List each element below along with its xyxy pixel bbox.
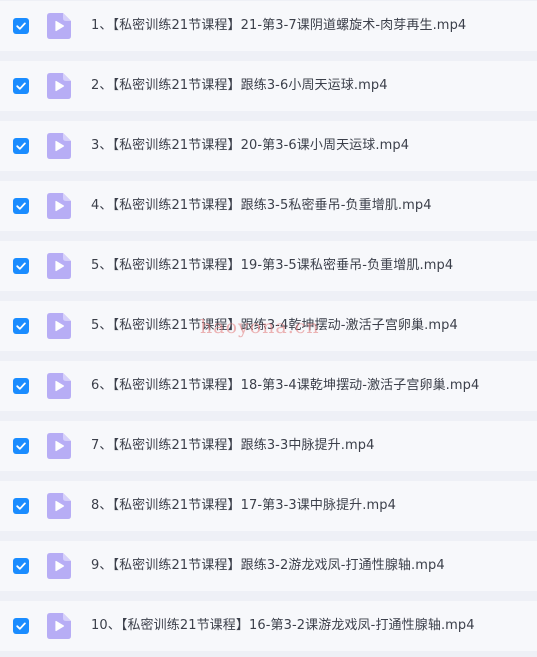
- file-row[interactable]: 4、【私密训练21节课程】跟练3-5私密垂吊-负重增肌.mp4: [0, 181, 537, 231]
- check-icon: [16, 262, 26, 270]
- file-checkbox[interactable]: [13, 498, 29, 514]
- file-checkbox[interactable]: [13, 558, 29, 574]
- file-list: 1、【私密训练21节课程】21-第3-7课阴道螺旋术-肉芽再生.mp4 2、【私密…: [0, 0, 537, 657]
- file-row[interactable]: 9、【私密训练21节课程】跟练3-2游龙戏凤-打通性腺轴.mp4: [0, 541, 537, 591]
- file-name[interactable]: 5、【私密训练21节课程】19-第3-5课私密垂吊-负重增肌.mp4: [91, 241, 453, 291]
- check-icon: [16, 382, 26, 390]
- video-file-icon: [47, 433, 71, 459]
- file-row[interactable]: 8、【私密训练21节课程】17-第3-3课中脉提升.mp4: [0, 481, 537, 531]
- file-row[interactable]: 3、【私密训练21节课程】20-第3-6课小周天运球.mp4: [0, 121, 537, 171]
- video-file-icon: [47, 613, 71, 639]
- file-name[interactable]: 9、【私密训练21节课程】跟练3-2游龙戏凤-打通性腺轴.mp4: [91, 541, 445, 591]
- file-checkbox[interactable]: [13, 138, 29, 154]
- video-file-icon: [47, 253, 71, 279]
- check-icon: [16, 322, 26, 330]
- check-icon: [16, 502, 26, 510]
- file-row[interactable]: 5、【私密训练21节课程】19-第3-5课私密垂吊-负重增肌.mp4: [0, 241, 537, 291]
- file-checkbox[interactable]: [13, 618, 29, 634]
- file-name[interactable]: 2、【私密训练21节课程】跟练3-6小周天运球.mp4: [91, 61, 388, 111]
- video-file-icon: [47, 313, 71, 339]
- video-file-icon: [47, 133, 71, 159]
- check-icon: [16, 82, 26, 90]
- file-name[interactable]: 5、【私密训练21节课程】跟练3-4乾坤摆动-激活子宫卵巢.mp4: [91, 301, 458, 351]
- file-checkbox[interactable]: [13, 78, 29, 94]
- file-name[interactable]: 7、【私密训练21节课程】跟练3-3中脉提升.mp4: [91, 421, 374, 471]
- file-row[interactable]: 1、【私密训练21节课程】21-第3-7课阴道螺旋术-肉芽再生.mp4: [0, 1, 537, 51]
- file-name[interactable]: 1、【私密训练21节课程】21-第3-7课阴道螺旋术-肉芽再生.mp4: [91, 1, 466, 51]
- video-file-icon: [47, 553, 71, 579]
- check-icon: [16, 142, 26, 150]
- file-checkbox[interactable]: [13, 198, 29, 214]
- file-row[interactable]: 5、【私密训练21节课程】跟练3-4乾坤摆动-激活子宫卵巢.mp4: [0, 301, 537, 351]
- file-row[interactable]: 7、【私密训练21节课程】跟练3-3中脉提升.mp4: [0, 421, 537, 471]
- file-checkbox[interactable]: [13, 438, 29, 454]
- check-icon: [16, 442, 26, 450]
- video-file-icon: [47, 13, 71, 39]
- check-icon: [16, 622, 26, 630]
- file-name[interactable]: 10、【私密训练21节课程】16-第3-2课游龙戏凤-打通性腺轴.mp4: [91, 601, 475, 651]
- video-file-icon: [47, 193, 71, 219]
- file-row[interactable]: 10、【私密训练21节课程】16-第3-2课游龙戏凤-打通性腺轴.mp4: [0, 601, 537, 651]
- check-icon: [16, 22, 26, 30]
- file-checkbox[interactable]: [13, 18, 29, 34]
- file-checkbox[interactable]: [13, 318, 29, 334]
- file-checkbox[interactable]: [13, 378, 29, 394]
- video-file-icon: [47, 73, 71, 99]
- check-icon: [16, 562, 26, 570]
- file-name[interactable]: 3、【私密训练21节课程】20-第3-6课小周天运球.mp4: [91, 121, 409, 171]
- check-icon: [16, 202, 26, 210]
- file-row[interactable]: 2、【私密训练21节课程】跟练3-6小周天运球.mp4: [0, 61, 537, 111]
- file-checkbox[interactable]: [13, 258, 29, 274]
- video-file-icon: [47, 493, 71, 519]
- file-name[interactable]: 4、【私密训练21节课程】跟练3-5私密垂吊-负重增肌.mp4: [91, 181, 432, 231]
- file-name[interactable]: 6、【私密训练21节课程】18-第3-4课乾坤摆动-激活子宫卵巢.mp4: [91, 361, 479, 411]
- file-name[interactable]: 8、【私密训练21节课程】17-第3-3课中脉提升.mp4: [91, 481, 396, 531]
- video-file-icon: [47, 373, 71, 399]
- file-row[interactable]: 6、【私密训练21节课程】18-第3-4课乾坤摆动-激活子宫卵巢.mp4: [0, 361, 537, 411]
